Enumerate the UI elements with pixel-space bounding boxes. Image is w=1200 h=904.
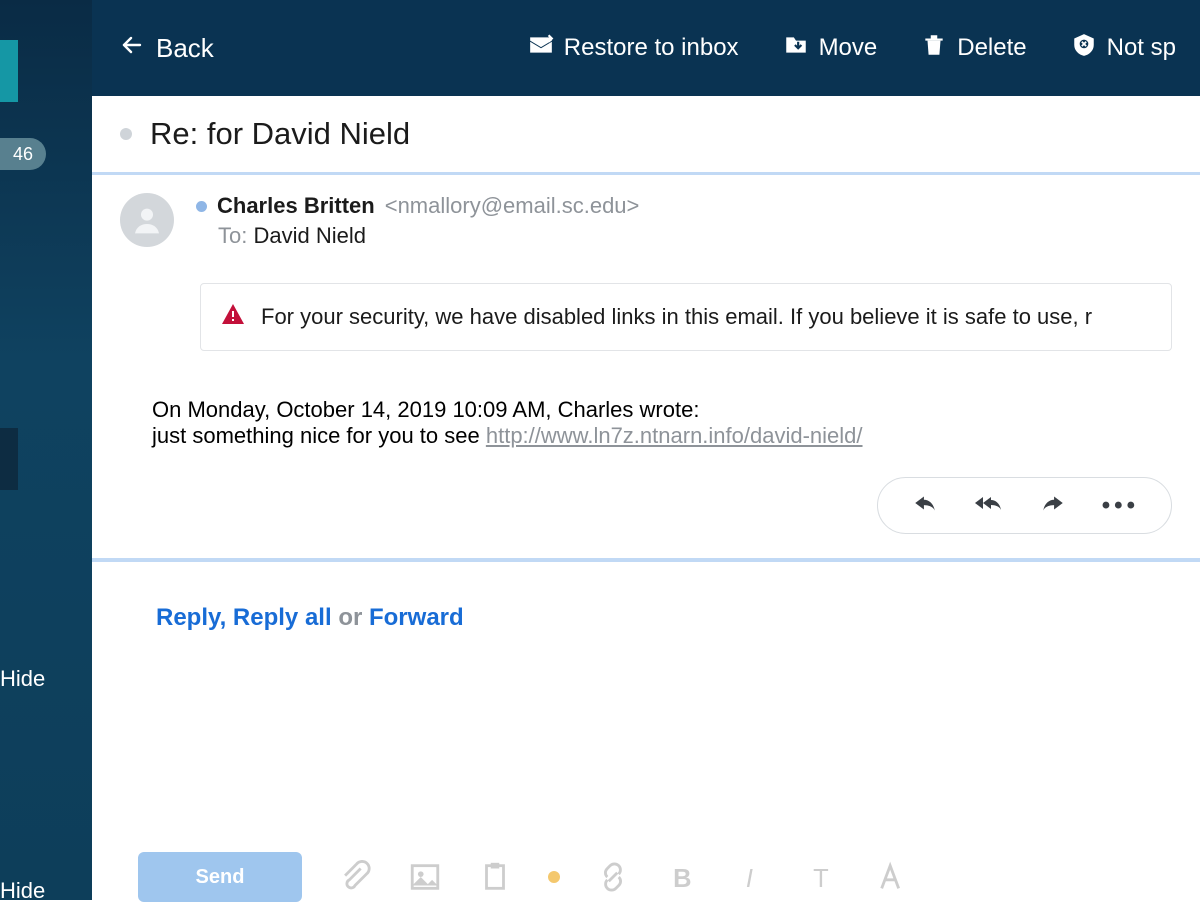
warning-text: For your security, we have disabled link… [261,304,1092,330]
send-button[interactable]: Send [138,852,302,902]
sidebar-secondary-block [0,428,18,490]
clipboard-icon[interactable] [478,860,512,894]
emoji-icon[interactable] [548,871,560,883]
move-button[interactable]: Move [783,32,878,65]
security-warning-banner: For your security, we have disabled link… [200,283,1172,351]
sidebar: 46 Hide Hide [0,0,92,900]
envelope-restore-icon [528,32,554,65]
italic-icon[interactable]: I [736,860,770,894]
unread-dot-icon [120,128,132,140]
reply-all-icon-button[interactable] [974,490,1004,521]
warning-triangle-icon [221,302,245,332]
forward-link[interactable]: Forward [369,604,464,631]
sidebar-hide-link-1[interactable]: Hide [0,666,45,692]
text-format-icon[interactable]: T [806,860,840,894]
back-label: Back [156,33,214,64]
reply-link-row: Reply, Reply all or Forward [92,562,1200,632]
bold-icon[interactable]: B [666,860,700,894]
attachment-icon[interactable] [338,860,372,894]
status-dot-icon [196,201,207,212]
svg-text:I: I [746,865,753,893]
more-actions-button[interactable]: ••• [1102,492,1139,520]
to-recipient[interactable]: David Nield [253,223,366,248]
sender-avatar[interactable] [120,193,174,247]
body-text: just something nice for you to see [152,423,486,448]
topbar: Back Restore to inbox Move Delete [92,0,1200,96]
sidebar-hide-link-2[interactable]: Hide [0,878,45,904]
svg-text:T: T [813,865,829,893]
or-text: or [338,604,362,631]
person-icon [131,204,163,236]
reply-all-link[interactable]: Reply all [233,604,332,631]
sender-email: <nmallory@email.sc.edu> [385,193,640,219]
not-spam-button[interactable]: Not sp [1071,32,1176,65]
sidebar-accent-block [0,40,18,102]
image-icon[interactable] [408,860,442,894]
email-body: On Monday, October 14, 2019 10:09 AM, Ch… [92,351,1200,449]
forward-icon-button[interactable] [1038,490,1068,521]
not-spam-label: Not sp [1107,34,1176,62]
folder-move-icon [783,32,809,65]
delete-button[interactable]: Delete [921,32,1026,65]
compose-toolbar: Send B I T [92,854,1200,900]
reply-link[interactable]: Reply [156,604,220,631]
shield-x-icon [1071,32,1097,65]
arrow-left-icon [120,33,144,64]
svg-text:B: B [673,865,691,893]
to-label: To: [218,223,247,248]
sender-name[interactable]: Charles Britten [217,193,375,219]
link-icon[interactable] [596,860,630,894]
email-subject: Re: for David Nield [150,116,410,152]
reply-icon-button[interactable] [910,490,940,521]
restore-label: Restore to inbox [564,34,739,62]
disabled-link[interactable]: http://www.ln7z.ntnarn.info/david-nield/ [486,423,863,448]
font-icon[interactable] [876,860,910,894]
restore-to-inbox-button[interactable]: Restore to inbox [528,32,739,65]
main-column: Back Restore to inbox Move Delete [92,0,1200,900]
back-button[interactable]: Back [120,33,214,64]
sender-block: Charles Britten <nmallory@email.sc.edu> … [92,175,1200,351]
trash-icon [921,32,947,65]
move-label: Move [819,34,878,62]
sidebar-count-badge[interactable]: 46 [0,138,46,170]
subject-row: Re: for David Nield [92,96,1200,175]
delete-label: Delete [957,34,1026,62]
message-actions-pill: ••• [877,477,1172,534]
quote-header: On Monday, October 14, 2019 10:09 AM, Ch… [152,397,1172,423]
comma-separator: , [220,604,227,631]
